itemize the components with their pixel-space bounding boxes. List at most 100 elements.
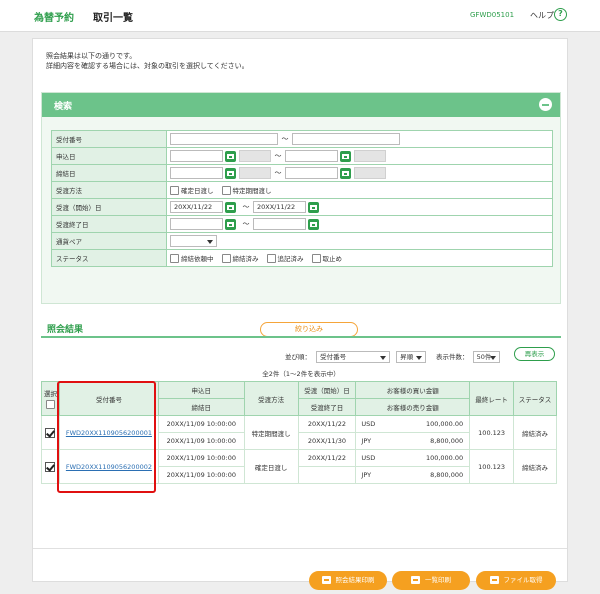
help-icon[interactable]: ? bbox=[554, 8, 567, 21]
status-cell: 締結済み bbox=[513, 415, 557, 450]
narrow-down-button[interactable]: 絞り込み bbox=[260, 322, 358, 337]
buy-amount-cell: USD 100,000.00 bbox=[355, 449, 471, 467]
contract-date-header: 締結日 bbox=[157, 398, 245, 416]
status-contracted-checkbox[interactable] bbox=[221, 253, 231, 263]
buy-amount: 100,000.00 bbox=[425, 420, 464, 428]
delivery-period-checkbox[interactable] bbox=[221, 185, 231, 195]
help-link[interactable]: ヘルプ bbox=[530, 10, 554, 21]
print-results-button[interactable]: 照会結果印刷 bbox=[309, 571, 387, 590]
contract-date-to-input[interactable] bbox=[285, 167, 338, 179]
delivery-end-to-input[interactable] bbox=[253, 218, 306, 230]
calendar-icon[interactable] bbox=[225, 167, 236, 179]
result-count: 全2件（1～2件を表示中） bbox=[262, 370, 340, 378]
screen-id: GFWD05101 bbox=[470, 11, 515, 19]
sort-key-select[interactable]: 受付番号 bbox=[316, 351, 391, 363]
search-panel: 検索 受付番号 ～ 申込日 ～ 締結日 ～ 受渡方法 確定日渡し 特定期間渡し … bbox=[41, 92, 561, 337]
status-contracted-label: 締結済み bbox=[232, 255, 259, 263]
sell-amount: 8,800,000 bbox=[430, 471, 464, 479]
receipt-no-to-input[interactable] bbox=[292, 133, 400, 145]
buy-amount-cell: USD 100,000.00 bbox=[355, 415, 471, 433]
sort-key-value: 受付番号 bbox=[320, 353, 347, 361]
buy-amount-header: お客様の買い金額 bbox=[355, 381, 471, 399]
delivery-start-to-input[interactable]: 20XX/11/22 bbox=[253, 201, 306, 213]
apply-date-to-input[interactable] bbox=[285, 150, 338, 162]
sell-amount: 8,800,000 bbox=[430, 437, 464, 445]
delivery-end-from-input[interactable] bbox=[170, 218, 223, 230]
delivery-start-from-input[interactable]: 20XX/11/22 bbox=[170, 201, 223, 213]
select-all-checkbox[interactable] bbox=[45, 400, 55, 409]
app-header: 為替予約 取引一覧 GFWD05101 ヘルプ ? bbox=[0, 0, 600, 32]
apply-date-cell: 20XX/11/09 10:00:00 bbox=[157, 415, 245, 433]
status-cell: 締結済み bbox=[513, 449, 557, 484]
sell-amount-header: お客様の売り金額 bbox=[355, 398, 471, 416]
delivery-start-header: 受渡（開始）日 bbox=[297, 381, 357, 399]
per-page-controls: 表示件数： 50件 bbox=[436, 351, 500, 363]
search-form: 受付番号 ～ 申込日 ～ 締結日 ～ 受渡方法 確定日渡し 特定期間渡し 受渡（… bbox=[51, 130, 553, 267]
sell-amount-cell: JPY 8,800,000 bbox=[355, 466, 471, 484]
print-list-label: 一覧印刷 bbox=[425, 576, 451, 584]
calendar-icon[interactable] bbox=[340, 150, 351, 162]
highlight-box bbox=[57, 381, 156, 493]
get-file-label: ファイル取得 bbox=[503, 576, 543, 584]
final-rate-cell: 100.123 bbox=[469, 449, 515, 484]
calendar-icon[interactable] bbox=[308, 201, 319, 213]
delivery-end-header: 受渡終了日 bbox=[297, 398, 357, 416]
apply-date-from-input[interactable] bbox=[170, 150, 223, 162]
status-cancelled-label: 取止め bbox=[322, 255, 343, 263]
sort-label: 並び順： bbox=[285, 353, 311, 361]
calendar-icon[interactable] bbox=[225, 201, 236, 213]
row-checkbox[interactable] bbox=[45, 427, 56, 438]
search-title: 検索 bbox=[54, 102, 73, 112]
page-title: 取引一覧 bbox=[93, 13, 133, 24]
row-checkbox[interactable] bbox=[45, 461, 56, 472]
buy-amount: 100,000.00 bbox=[425, 454, 464, 462]
search-panel-header[interactable]: 検索 bbox=[42, 93, 560, 117]
sell-currency: JPY bbox=[361, 471, 372, 479]
calendar-icon[interactable] bbox=[225, 218, 236, 230]
footer-divider bbox=[33, 548, 567, 549]
status-cancelled-checkbox[interactable] bbox=[311, 253, 321, 263]
intro-line-1: 照会結果は以下の通りです。 bbox=[46, 52, 137, 60]
per-page-select[interactable]: 50件 bbox=[472, 351, 500, 363]
sell-currency: JPY bbox=[361, 437, 372, 445]
delivery-start-cell: 20XX/11/22 bbox=[297, 415, 357, 433]
buy-currency: USD bbox=[361, 454, 376, 462]
currency-pair-select[interactable] bbox=[170, 235, 217, 247]
get-file-button[interactable]: ファイル取得 bbox=[476, 571, 556, 590]
sort-order-select[interactable]: 昇順 bbox=[396, 351, 427, 363]
status-requesting-label: 締結依頼中 bbox=[181, 255, 214, 263]
intro-line-2: 詳細内容を確認する場合には、対象の取引を選択してください。 bbox=[46, 62, 249, 70]
printer-icon bbox=[321, 576, 331, 584]
contract-date-cell: 20XX/11/09 10:00:00 bbox=[157, 432, 245, 450]
delivery-start-label: 受渡（開始）日 bbox=[51, 198, 167, 216]
status-appended-checkbox[interactable] bbox=[266, 253, 276, 263]
results-divider bbox=[41, 336, 561, 338]
delivery-fixed-checkbox[interactable] bbox=[170, 185, 179, 195]
calendar-icon[interactable] bbox=[225, 150, 236, 162]
results-title: 照会結果 bbox=[47, 325, 84, 335]
final-rate-header: 最終レート bbox=[469, 381, 515, 416]
chevron-down-icon bbox=[380, 356, 387, 360]
receipt-no-row: 受付番号 ～ bbox=[51, 130, 553, 148]
status-requesting-checkbox[interactable] bbox=[170, 253, 179, 263]
chevron-down-icon bbox=[207, 240, 213, 244]
buy-currency: USD bbox=[361, 420, 376, 428]
calendar-icon[interactable] bbox=[308, 218, 319, 230]
calendar-icon[interactable] bbox=[340, 167, 351, 179]
delivery-end-row: 受渡終了日 ～ bbox=[51, 215, 553, 233]
file-icon bbox=[489, 576, 499, 584]
sell-amount-cell: JPY 8,800,000 bbox=[355, 432, 471, 450]
tilde: ～ bbox=[274, 152, 282, 160]
collapse-icon[interactable] bbox=[539, 98, 552, 111]
print-list-button[interactable]: 一覧印刷 bbox=[392, 571, 470, 590]
redisplay-button[interactable]: 再表示 bbox=[514, 347, 555, 361]
receipt-no-label: 受付番号 bbox=[51, 130, 167, 148]
print-results-label: 照会結果印刷 bbox=[335, 576, 375, 584]
delivery-end-label: 受渡終了日 bbox=[51, 215, 167, 233]
receipt-no-from-input[interactable] bbox=[170, 133, 278, 145]
contract-date-from-input[interactable] bbox=[170, 167, 223, 179]
main-card: 照会結果は以下の通りです。 詳細内容を確認する場合には、対象の取引を選択してくだ… bbox=[32, 38, 568, 590]
tilde: ～ bbox=[274, 169, 282, 177]
contract-date-label: 締結日 bbox=[51, 164, 167, 182]
status-appended-label: 追記済み bbox=[277, 255, 304, 263]
